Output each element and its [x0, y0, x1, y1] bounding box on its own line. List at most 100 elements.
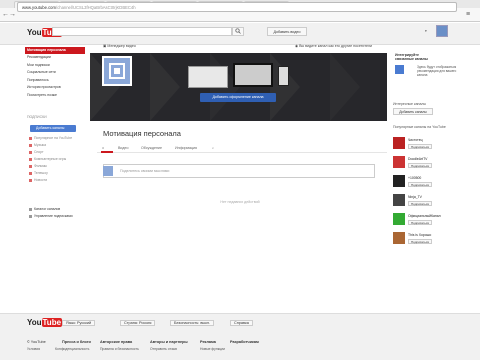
- sub-item[interactable]: Компьютерные игры: [29, 157, 66, 161]
- tab-about[interactable]: Информация: [175, 146, 197, 150]
- footer-link-secondary[interactable]: Конфиденциальность: [55, 347, 89, 351]
- sub-item[interactable]: Спорт: [29, 150, 44, 154]
- footer-link[interactable]: © YouTube: [27, 340, 46, 344]
- subscribe-button[interactable]: Подписаться: [408, 220, 432, 225]
- footer-link[interactable]: Авторские права: [100, 340, 132, 344]
- channel-name: DoodleArtTV: [408, 157, 428, 161]
- search-button[interactable]: [232, 27, 244, 36]
- tabs-divider: [97, 152, 387, 153]
- tablet-preview-icon: [278, 66, 289, 86]
- channel-icon: [29, 157, 32, 161]
- post-input[interactable]: Поделитесь своими мыслями: [103, 164, 375, 178]
- help-button[interactable]: Справка: [230, 319, 253, 327]
- recommended-channel[interactable]: Чистотец Подписаться: [393, 137, 468, 151]
- search-input[interactable]: [52, 27, 232, 36]
- safety-select[interactable]: Безопасность: выкл.: [170, 319, 215, 327]
- forward-icon[interactable]: →: [9, 11, 16, 18]
- channel-icon: [29, 143, 32, 147]
- language-select[interactable]: Язык: Русский: [62, 319, 96, 327]
- channel-name: Чистотец: [408, 138, 423, 142]
- recommended-channel[interactable]: Ninja_TV Подписаться: [393, 194, 468, 208]
- laptop-preview-icon: [188, 66, 228, 88]
- search-icon: [235, 28, 241, 34]
- search-channel-icon[interactable]: ⌕: [212, 146, 214, 150]
- account-dropdown[interactable]: ▾: [425, 29, 427, 33]
- footer-link[interactable]: Разработчикам: [230, 340, 259, 344]
- footer-link-secondary[interactable]: Правила и безопасность: [100, 347, 139, 351]
- footer-link-secondary[interactable]: Условия: [27, 347, 40, 351]
- back-icon[interactable]: ←: [2, 11, 9, 18]
- footer-link[interactable]: Пресса и блоги: [62, 340, 91, 344]
- recommended-channel[interactable]: +100500 Подписаться: [393, 175, 468, 189]
- footer-youtube-logo[interactable]: YouTube: [27, 318, 63, 327]
- sidebar-item-recommended[interactable]: Рекомендации: [25, 54, 85, 61]
- channel-icon: [29, 178, 32, 182]
- channel-icon: [29, 171, 32, 175]
- active-tab-indicator: [101, 151, 113, 153]
- popular-channels-heading: Популярные каналы на YouTube: [393, 125, 446, 129]
- recommended-channel[interactable]: ОфициальныйКанал Подписаться: [393, 213, 468, 227]
- channel-thumbnail: [393, 137, 405, 149]
- country-select[interactable]: Страна: Россия: [120, 319, 156, 327]
- sidebar-item-watch-later[interactable]: Посмотреть позже: [25, 92, 85, 99]
- sidebar-item-social[interactable]: Социальные сети: [25, 69, 85, 76]
- sub-item[interactable]: Телешоу: [29, 171, 48, 175]
- footer-link-secondary[interactable]: Новые функции: [200, 347, 225, 351]
- subscribe-button[interactable]: Подписаться: [408, 239, 432, 244]
- sub-item[interactable]: Фильмы: [29, 164, 47, 168]
- subscriptions-heading: ПОДПИСКИ: [27, 115, 47, 119]
- sidebar-item-browse[interactable]: Каталог каналов: [29, 207, 60, 211]
- related-channels-heading: Интересные каналы: [393, 102, 426, 106]
- subscribe-button[interactable]: Подписаться: [408, 201, 432, 206]
- promo-icon: [395, 65, 404, 74]
- view-as-toggle[interactable]: ◉ Вы видите канал как его другие посетит…: [295, 43, 387, 50]
- subscribe-button[interactable]: Подписаться: [408, 144, 432, 149]
- url-path: /channel/UCSL3fHQaBrbAsCt0rjKDBEC4h: [55, 5, 136, 10]
- recommended-channel[interactable]: This is Хорошо Подписаться: [393, 232, 468, 246]
- sub-item[interactable]: Новости: [29, 178, 47, 182]
- subscribe-button[interactable]: Подписаться: [408, 163, 432, 168]
- channel-icon[interactable]: [102, 56, 132, 86]
- channel-name: Ninja_TV: [408, 195, 422, 199]
- video-manager-button[interactable]: ▣ Менеджер видео: [103, 43, 163, 50]
- sub-item[interactable]: Популярное на YouTube: [29, 136, 72, 140]
- channel-title: Мотивация персонала: [103, 129, 181, 138]
- sidebar: Мотивация персонала Рекомендации Мои под…: [25, 45, 85, 285]
- placeholder-icon: [109, 63, 125, 79]
- channel-name: +100500: [408, 176, 422, 180]
- promo-title: Интегрируйте связанные каналы: [395, 53, 428, 61]
- sidebar-item-liked[interactable]: Понравилось: [25, 77, 85, 84]
- footer-link[interactable]: Авторы и партнеры: [150, 340, 188, 344]
- sidebar-item-manage[interactable]: Управление подписками: [29, 214, 73, 218]
- sidebar-item-subscriptions[interactable]: Мои подписки: [25, 62, 85, 69]
- address-input[interactable]: www.youtube.com/channel/UCSL3fHQaBrbAsCt…: [17, 2, 457, 12]
- tab-videos[interactable]: Видео: [118, 146, 129, 150]
- channel-thumbnail: [393, 232, 405, 244]
- channel-thumbnail: [393, 194, 405, 206]
- channel-thumbnail: [393, 156, 405, 168]
- channel-name: This is Хорошо: [408, 233, 432, 237]
- add-channels-button[interactable]: Добавить каналы: [30, 125, 76, 132]
- channel-icon: [29, 164, 32, 168]
- wrench-icon[interactable]: ≡: [463, 10, 473, 19]
- sidebar-item-channel[interactable]: Мотивация персонала: [25, 47, 85, 54]
- add-video-button[interactable]: Добавить видео: [267, 27, 307, 36]
- avatar[interactable]: [436, 25, 448, 37]
- recommended-channel[interactable]: DoodleArtTV Подписаться: [393, 156, 468, 170]
- tab-home-icon[interactable]: ⌂: [102, 146, 104, 150]
- sidebar-item-history[interactable]: История просмотров: [25, 84, 85, 91]
- logo-you: You: [27, 28, 42, 37]
- right-column: Интегрируйте связанные каналы Здесь буду…: [393, 45, 468, 285]
- add-channel-art-button[interactable]: Добавить оформление канала: [200, 93, 276, 102]
- channel-thumbnail: [393, 175, 405, 187]
- channel-icon: [29, 136, 32, 140]
- add-related-button[interactable]: Добавить каналы: [393, 108, 433, 115]
- footer-link-secondary[interactable]: Отправить отзыв: [150, 347, 177, 351]
- footer-link[interactable]: Реклама: [200, 340, 216, 344]
- channel-thumbnail: [393, 213, 405, 225]
- tab-discussion[interactable]: Обсуждение: [141, 146, 162, 150]
- subscribe-button[interactable]: Подписаться: [408, 182, 432, 187]
- channel-icon: [29, 150, 32, 154]
- sub-item[interactable]: Музыка: [29, 143, 46, 147]
- browse-icon: [29, 207, 32, 211]
